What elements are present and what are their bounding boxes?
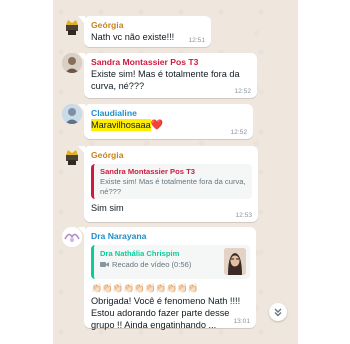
message-time: 12:51 bbox=[188, 37, 205, 44]
message-text: Existe sim! Mas é totalmente fora da cur… bbox=[91, 69, 240, 91]
double-chevron-down-icon bbox=[274, 308, 282, 317]
message-bubble[interactable]: Claudialine Maravilhosaaa❤️ 12:52 bbox=[78, 104, 253, 139]
message-time: 12:52 bbox=[234, 88, 251, 95]
person-photo-icon bbox=[224, 248, 246, 275]
message-bubble[interactable]: Sandra Montassier Pos T3 Existe sim! Mas… bbox=[78, 53, 257, 98]
message-text: Sim sim bbox=[91, 203, 124, 213]
message-text: Obrigada! Você é fenomeno Nath !!!! Esto… bbox=[91, 296, 241, 330]
message-time: 12:52 bbox=[230, 129, 247, 136]
scroll-to-bottom-button[interactable] bbox=[269, 303, 287, 321]
video-label: Recado de vídeo (0:56) bbox=[112, 260, 192, 269]
sender-name[interactable]: Dra Narayana bbox=[91, 230, 250, 242]
sender-name[interactable]: Sandra Montassier Pos T3 bbox=[91, 56, 251, 68]
message-bubble[interactable]: Geórgia Sandra Montassier Pos T3 Existe … bbox=[78, 146, 258, 222]
message-text: Maravilhosaaa❤️ bbox=[91, 119, 247, 132]
message-time: 13:01 bbox=[233, 318, 250, 325]
clapping-emoji-row: 👏🏻👏🏻👏🏻👏🏻👏🏻👏🏻👏🏻👏🏻👏🏻👏🏻 bbox=[91, 283, 199, 293]
message-time: 12:53 bbox=[235, 212, 252, 219]
video-thumbnail[interactable] bbox=[224, 248, 246, 275]
quoted-video-message[interactable]: Dra Nathália Chrispim Recado de vídeo (0… bbox=[91, 245, 250, 279]
quoted-sender: Sandra Montassier Pos T3 bbox=[100, 167, 195, 176]
highlighted-text: Maravilhosaaa bbox=[91, 119, 151, 131]
video-camera-icon bbox=[100, 262, 109, 267]
message-bubble[interactable]: Geórgia Nath vc não existe!!! 12:51 bbox=[78, 16, 211, 47]
sender-name[interactable]: Geórgia bbox=[91, 149, 252, 161]
quoted-text: Existe sim! Mas é totalmente fora da cur… bbox=[100, 177, 246, 196]
sender-name[interactable]: Geórgia bbox=[91, 19, 205, 31]
heart-emoji-icon: ❤️ bbox=[150, 120, 164, 131]
chat-panel[interactable]: Geórgia Nath vc não existe!!! 12:51 Sand… bbox=[53, 0, 298, 344]
quoted-message[interactable]: Sandra Montassier Pos T3 Existe sim! Mas… bbox=[91, 164, 252, 199]
sender-name[interactable]: Claudialine bbox=[91, 107, 247, 119]
message-bubble[interactable]: Dra Narayana Dra Nathália Chrispim Recad… bbox=[78, 227, 256, 330]
